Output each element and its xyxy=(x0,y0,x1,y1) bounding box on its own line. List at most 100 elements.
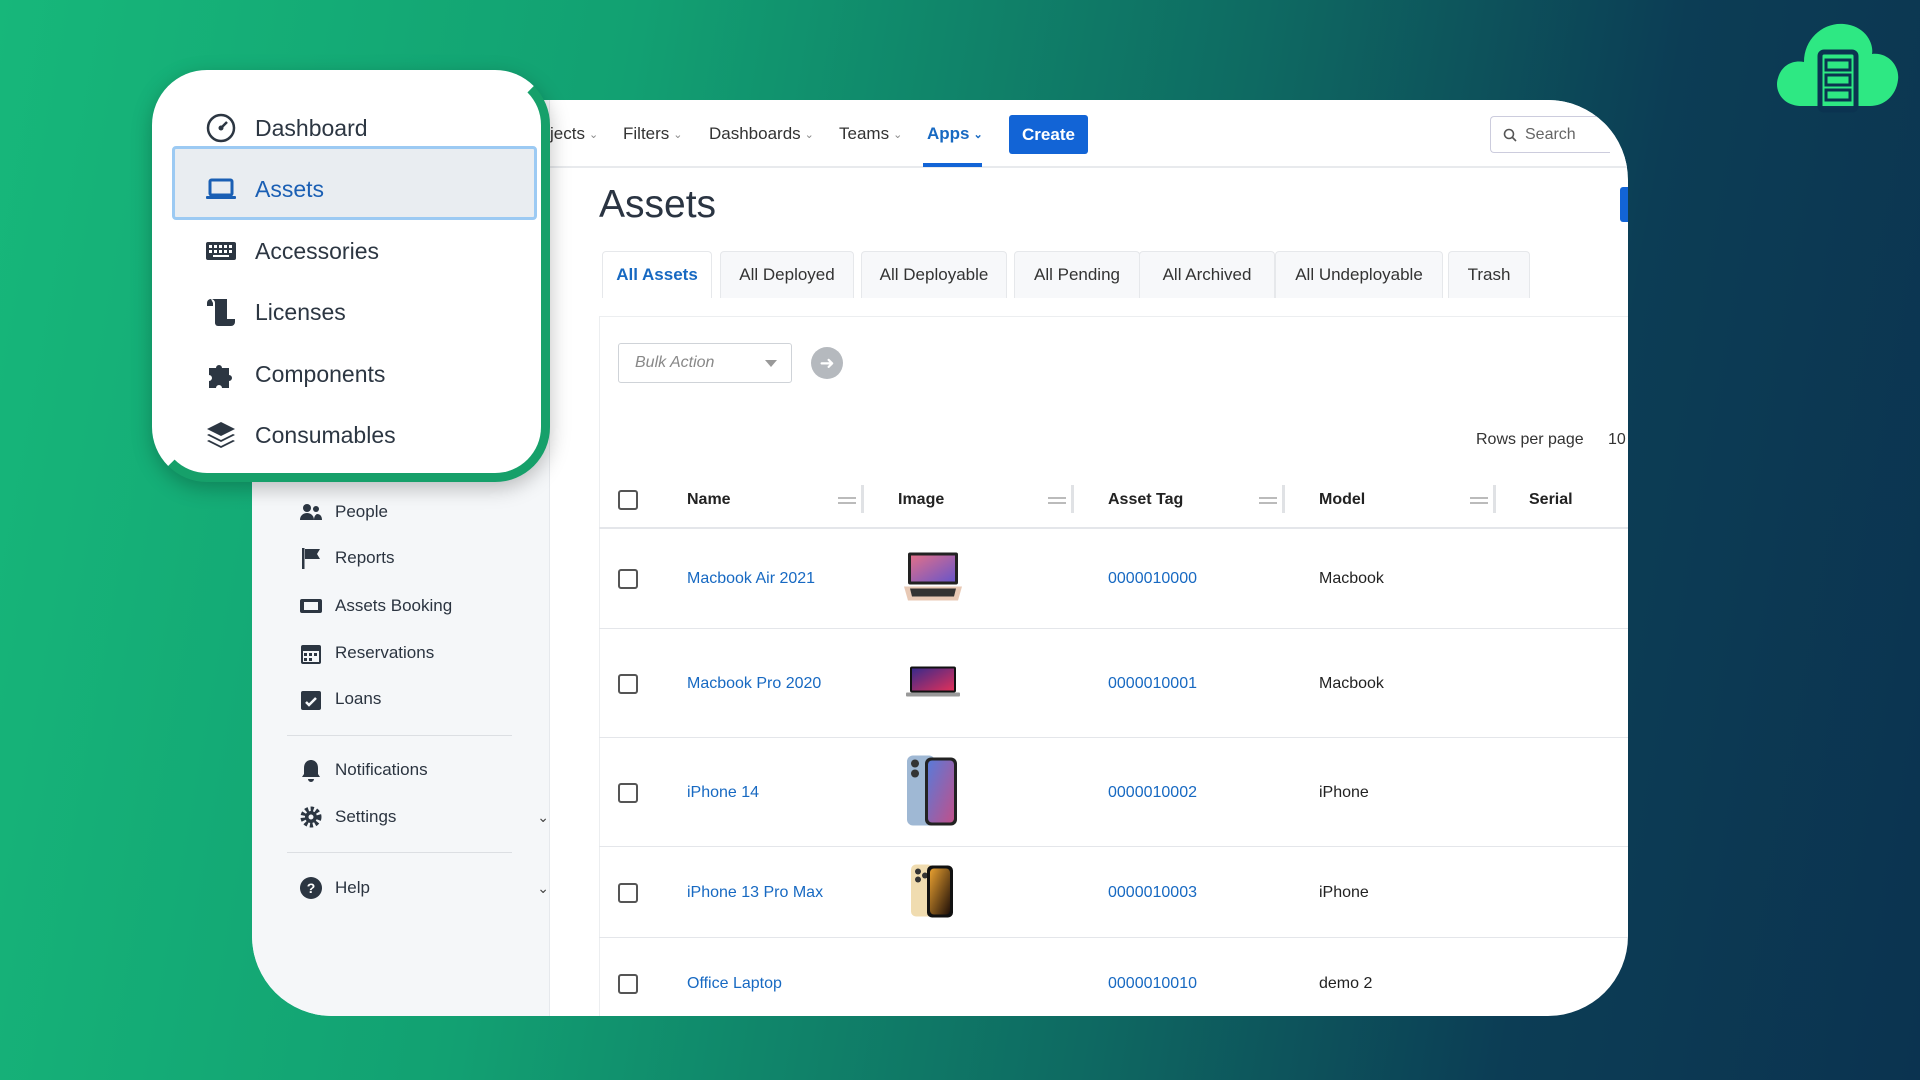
asset-name-link[interactable]: Macbook Pro 2020 xyxy=(687,675,821,693)
cloud-server-logo-icon xyxy=(1774,18,1900,123)
column-model[interactable]: Model xyxy=(1319,491,1365,509)
create-button[interactable]: Create xyxy=(1009,115,1088,154)
asset-name-link[interactable]: iPhone 14 xyxy=(687,784,759,802)
svg-text:?: ? xyxy=(307,880,316,896)
asset-tag-link[interactable]: 0000010000 xyxy=(1108,570,1197,588)
sidebar-item-settings[interactable]: Settings ⌄ xyxy=(299,802,549,832)
sidebar-item-people[interactable]: People xyxy=(299,497,549,527)
asset-image[interactable] xyxy=(902,549,964,610)
sidebar-item-label: Reports xyxy=(335,548,395,567)
asset-model: Macbook xyxy=(1319,570,1384,587)
column-asset-tag[interactable]: Asset Tag xyxy=(1108,491,1183,509)
help-icon: ? xyxy=(300,877,322,899)
asset-model: Macbook xyxy=(1319,674,1384,692)
column-image[interactable]: Image xyxy=(898,491,944,509)
chevron-down-icon: ⌄ xyxy=(673,128,683,141)
nav-dashboards[interactable]: Dashboards ⌄ xyxy=(709,124,814,144)
menu-item-licenses[interactable]: Licenses xyxy=(205,292,346,332)
page-action-button[interactable] xyxy=(1620,187,1628,222)
chevron-down-icon: ⌄ xyxy=(893,128,903,141)
column-resizer[interactable] xyxy=(1282,485,1285,513)
select-all-checkbox[interactable] xyxy=(618,490,638,510)
sidebar-divider xyxy=(287,852,512,853)
tab-all-deployed[interactable]: All Deployed xyxy=(720,251,854,298)
drag-handle-icon[interactable] xyxy=(1470,497,1488,504)
nav-teams[interactable]: Teams ⌄ xyxy=(839,124,902,144)
tab-all-archived[interactable]: All Archived xyxy=(1139,251,1275,298)
asset-name-link[interactable]: iPhone 13 Pro Max xyxy=(687,884,823,902)
search-input[interactable]: Search xyxy=(1490,116,1610,153)
rows-per-page-label: Rows per page xyxy=(1476,431,1584,448)
rows-per-page-select[interactable]: 10 xyxy=(1608,431,1626,449)
asset-image[interactable] xyxy=(905,753,961,832)
sidebar-item-loans[interactable]: Loans xyxy=(299,684,549,714)
sidebar-item-reports[interactable]: Reports xyxy=(299,543,549,573)
sidebar-item-reservations[interactable]: Reservations xyxy=(299,638,549,668)
asset-tag-link[interactable]: 0000010002 xyxy=(1108,784,1197,802)
menu-item-label: Dashboard xyxy=(255,114,368,141)
sidebar-item-assets-booking[interactable]: Assets Booking xyxy=(299,591,549,621)
chevron-down-icon[interactable]: ⌄ xyxy=(537,880,549,897)
table-row: Macbook Air 2021 0000010000 Macbook xyxy=(599,529,1628,629)
sidebar-item-label: Settings xyxy=(335,807,397,826)
nav-apps[interactable]: Apps ⌄ xyxy=(927,124,983,144)
gear-icon xyxy=(300,806,322,828)
column-name[interactable]: Name xyxy=(687,491,731,509)
bulk-go-button[interactable]: ➜ xyxy=(811,347,843,379)
table-row: Macbook Pro 2020 0000010001 Macbook xyxy=(599,629,1628,738)
nav-label: Apps xyxy=(927,124,970,143)
nav-projects[interactable]: jects ⌄ xyxy=(550,124,598,144)
keyboard-icon xyxy=(206,242,236,260)
tab-all-assets[interactable]: All Assets xyxy=(602,251,712,298)
asset-name-link[interactable]: Macbook Air 2021 xyxy=(687,570,815,588)
asset-name-link[interactable]: Office Laptop xyxy=(687,975,782,993)
calendar-icon xyxy=(301,645,321,664)
scroll-icon xyxy=(207,299,235,326)
column-serial[interactable]: Serial xyxy=(1529,491,1573,509)
tab-all-undeployable[interactable]: All Undeployable xyxy=(1275,251,1443,298)
column-resizer[interactable] xyxy=(1071,485,1074,513)
menu-item-assets[interactable]: Assets xyxy=(205,169,324,209)
bulk-action-select[interactable]: Bulk Action xyxy=(618,343,792,383)
sidebar-item-notifications[interactable]: Notifications xyxy=(299,755,549,785)
asset-tag-link[interactable]: 0000010003 xyxy=(1108,884,1197,902)
nav-label: Teams xyxy=(839,124,890,143)
caret-down-icon xyxy=(765,360,777,367)
row-checkbox[interactable] xyxy=(618,974,638,994)
column-resizer[interactable] xyxy=(1493,485,1496,513)
drag-handle-icon[interactable] xyxy=(1259,497,1277,504)
asset-image[interactable] xyxy=(906,664,960,703)
tab-trash[interactable]: Trash xyxy=(1448,251,1530,298)
nav-filters[interactable]: Filters ⌄ xyxy=(623,124,683,144)
sidebar-item-label: People xyxy=(335,502,388,521)
chevron-down-icon: ⌄ xyxy=(804,128,814,141)
asset-image[interactable] xyxy=(909,862,957,923)
menu-item-components[interactable]: Components xyxy=(205,354,385,394)
row-checkbox[interactable] xyxy=(618,782,638,803)
puzzle-icon xyxy=(209,365,232,388)
tab-all-pending[interactable]: All Pending xyxy=(1014,251,1140,298)
menu-item-label: Accessories xyxy=(255,237,379,264)
tab-all-deployable[interactable]: All Deployable xyxy=(861,251,1007,298)
bell-icon xyxy=(302,760,320,782)
row-checkbox[interactable] xyxy=(618,673,638,694)
sidebar-item-help[interactable]: ? Help ⌄ xyxy=(299,873,549,903)
sidebar-divider xyxy=(287,735,512,736)
menu-item-label: Components xyxy=(255,360,386,387)
drag-handle-icon[interactable] xyxy=(838,497,856,504)
asset-tag-link[interactable]: 0000010001 xyxy=(1108,675,1197,693)
menu-item-accessories[interactable]: Accessories xyxy=(205,231,379,271)
drag-handle-icon[interactable] xyxy=(1048,497,1066,504)
active-nav-underline xyxy=(923,163,982,167)
chevron-down-icon[interactable]: ⌄ xyxy=(537,809,549,826)
row-checkbox[interactable] xyxy=(618,882,638,903)
menu-item-dashboard[interactable]: Dashboard xyxy=(205,108,368,148)
row-checkbox[interactable] xyxy=(618,569,638,589)
sidebar-item-label: Assets Booking xyxy=(335,596,453,615)
asset-tag-link[interactable]: 0000010010 xyxy=(1108,975,1197,993)
sidebar-item-label: Loans xyxy=(335,689,382,708)
menu-item-consumables[interactable]: Consumables xyxy=(205,415,396,455)
column-resizer[interactable] xyxy=(861,485,864,513)
sidebar-item-label: Reservations xyxy=(335,643,435,662)
nav-label: Dashboards xyxy=(709,124,801,143)
